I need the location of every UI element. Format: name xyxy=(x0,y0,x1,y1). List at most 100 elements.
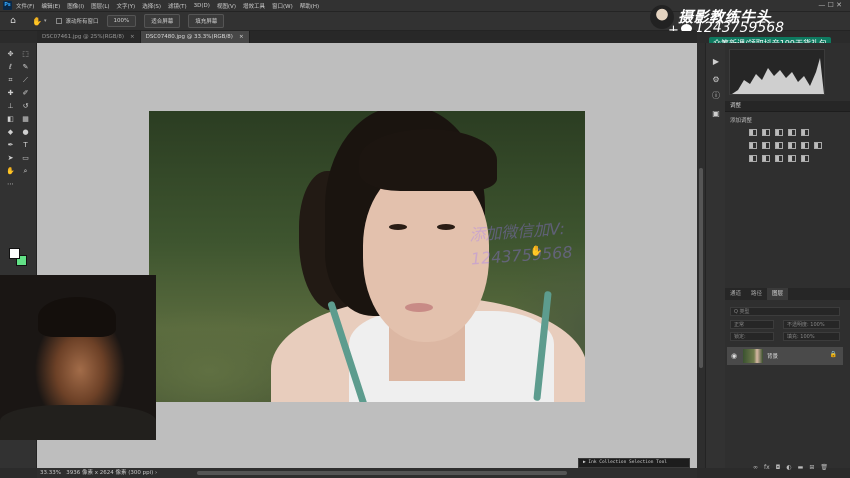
menu-select[interactable]: 选择(S) xyxy=(142,2,161,10)
pen-icon[interactable]: ✒ xyxy=(3,139,18,152)
fill-screen-button[interactable]: 填充屏幕 xyxy=(188,14,225,28)
layer-filter-input[interactable]: Q 类型 xyxy=(730,307,840,316)
path-select-icon[interactable]: ➤ xyxy=(3,152,18,165)
scroll-all-checkbox[interactable] xyxy=(56,18,63,24)
menu-type[interactable]: 文字(Y) xyxy=(117,2,136,10)
curves-icon[interactable] xyxy=(775,129,783,136)
more-tools-icon[interactable]: ⋯ xyxy=(3,178,18,191)
horizontal-scrollbar[interactable] xyxy=(197,471,567,475)
crop-icon[interactable]: ⌗ xyxy=(3,74,18,87)
shape-icon[interactable]: ▭ xyxy=(18,152,33,165)
histogram xyxy=(729,49,825,95)
visibility-eye-icon[interactable]: ◉ xyxy=(731,352,737,360)
photo-filter-icon[interactable] xyxy=(788,142,796,149)
adjustments-panel-header[interactable]: 调整 xyxy=(725,101,850,112)
zoom-icon[interactable]: ⌕ xyxy=(18,165,33,178)
hand-tool-icon[interactable]: ✋ xyxy=(32,17,42,26)
fill-field[interactable]: 填充: 100% xyxy=(783,332,840,341)
menu-layer[interactable]: 图层(L) xyxy=(91,2,109,10)
group-icon[interactable]: ▬ xyxy=(798,464,804,471)
tab-paths[interactable]: 路径 xyxy=(746,288,767,300)
menu-filter[interactable]: 滤镜(T) xyxy=(168,2,187,10)
blur-icon[interactable]: ◆ xyxy=(3,126,18,139)
brush-icon[interactable]: ✐ xyxy=(18,87,33,100)
channel-mixer-icon[interactable] xyxy=(801,142,809,149)
menu-view[interactable]: 视图(V) xyxy=(217,2,236,10)
link-icon[interactable]: ∞ xyxy=(753,464,758,471)
status-bar: 33.33% 3936 像素 x 2624 像素 (300 ppi) › xyxy=(37,468,697,478)
eyedropper-icon[interactable]: ⟋ xyxy=(18,74,33,87)
hue-saturation-icon[interactable] xyxy=(749,142,757,149)
color-balance-icon[interactable] xyxy=(762,142,770,149)
layer-row[interactable]: ◉ 背景 🔒 xyxy=(727,347,843,365)
dodge-icon[interactable]: ● xyxy=(18,126,33,139)
zoom-level[interactable]: 33.33% xyxy=(40,470,61,476)
mask-icon[interactable]: ◘ xyxy=(776,464,781,471)
properties-icon[interactable]: ⚙ xyxy=(711,75,721,85)
lips-shape xyxy=(405,303,433,312)
tab-dsc07461[interactable]: DSC07461.jpg @ 25%(RGB/8) × xyxy=(37,31,141,43)
trash-icon[interactable]: 🗑 xyxy=(820,464,828,471)
invert-icon[interactable] xyxy=(749,155,757,162)
info-icon[interactable]: ⓘ xyxy=(711,91,721,101)
healing-icon[interactable]: ✚ xyxy=(3,87,18,100)
color-lookup-icon[interactable] xyxy=(814,142,822,149)
layer-name[interactable]: 背景 xyxy=(767,352,778,360)
move-icon[interactable]: ✥ xyxy=(3,48,18,61)
threshold-icon[interactable] xyxy=(775,155,783,162)
scrollbar-thumb[interactable] xyxy=(699,168,703,368)
black-white-icon[interactable] xyxy=(775,142,783,149)
tab-layers[interactable]: 图层 xyxy=(767,288,789,300)
menu-3d[interactable]: 3D(D) xyxy=(194,3,210,9)
adjustment-row-1 xyxy=(749,129,809,136)
chevron-right-icon[interactable]: › xyxy=(155,470,157,476)
menu-plugins[interactable]: 增效工具 xyxy=(243,2,265,10)
libraries-icon[interactable]: ▣ xyxy=(711,109,721,119)
menu-window[interactable]: 窗口(W) xyxy=(272,2,293,10)
wechat-id: 1243759568 xyxy=(695,20,785,36)
gradient-icon[interactable]: ▦ xyxy=(18,113,33,126)
posterize-icon[interactable] xyxy=(762,155,770,162)
chevron-down-icon[interactable]: ▾ xyxy=(44,18,47,24)
menu-image[interactable]: 图像(I) xyxy=(67,2,84,10)
fit-screen-button[interactable]: 适合屏幕 xyxy=(144,14,181,28)
presenter-shirt-shape xyxy=(0,405,156,440)
selective-color-icon[interactable] xyxy=(801,155,809,162)
presenter-hair-shape xyxy=(38,297,116,337)
history-brush-icon[interactable]: ↺ xyxy=(18,100,33,113)
new-layer-icon[interactable]: ⊞ xyxy=(809,464,814,471)
play-icon[interactable]: ▶ xyxy=(711,57,721,67)
lasso-icon[interactable]: ℓ xyxy=(3,61,18,74)
foreground-color-swatch[interactable] xyxy=(9,248,20,259)
webcam-overlay xyxy=(0,275,156,440)
home-icon[interactable]: ⌂ xyxy=(6,14,20,28)
close-icon[interactable]: × xyxy=(239,34,244,40)
histogram-chart xyxy=(732,58,824,94)
vibrance-icon[interactable] xyxy=(801,129,809,136)
marquee-icon[interactable]: ⬚ xyxy=(18,48,33,61)
tab-channels[interactable]: 通道 xyxy=(725,288,746,300)
type-icon[interactable]: T xyxy=(18,139,33,152)
clone-stamp-icon[interactable]: ⊥ xyxy=(3,100,18,113)
menu-file[interactable]: 文件(F) xyxy=(16,2,34,10)
quick-select-icon[interactable]: ✎ xyxy=(18,61,33,74)
watermark: 添加微信加V: 1243759568 xyxy=(468,218,574,269)
plugin-popup[interactable]: ▶ Ink Collection Selection Tool xyxy=(578,458,690,468)
tab-dsc07480[interactable]: DSC07480.jpg @ 33.3%(RGB/8) × xyxy=(140,31,250,43)
exposure-icon[interactable] xyxy=(788,129,796,136)
eraser-icon[interactable]: ◧ xyxy=(3,113,18,126)
fx-icon[interactable]: fx xyxy=(764,464,770,471)
blend-mode-select[interactable]: 正常 xyxy=(730,320,774,329)
zoom-100-button[interactable]: 100% xyxy=(106,15,137,27)
close-icon[interactable]: × xyxy=(130,34,135,40)
adjustment-row-3 xyxy=(749,155,809,162)
opacity-field[interactable]: 不透明度: 100% xyxy=(783,320,840,329)
menu-help[interactable]: 帮助(H) xyxy=(300,2,319,10)
gradient-map-icon[interactable] xyxy=(788,155,796,162)
adjustment-layer-icon[interactable]: ◐ xyxy=(786,464,791,471)
vertical-scrollbar[interactable] xyxy=(697,43,705,468)
hand-icon[interactable]: ✋ xyxy=(3,165,18,178)
brightness-icon[interactable] xyxy=(749,129,757,136)
levels-icon[interactable] xyxy=(762,129,770,136)
menu-edit[interactable]: 编辑(E) xyxy=(41,2,60,10)
